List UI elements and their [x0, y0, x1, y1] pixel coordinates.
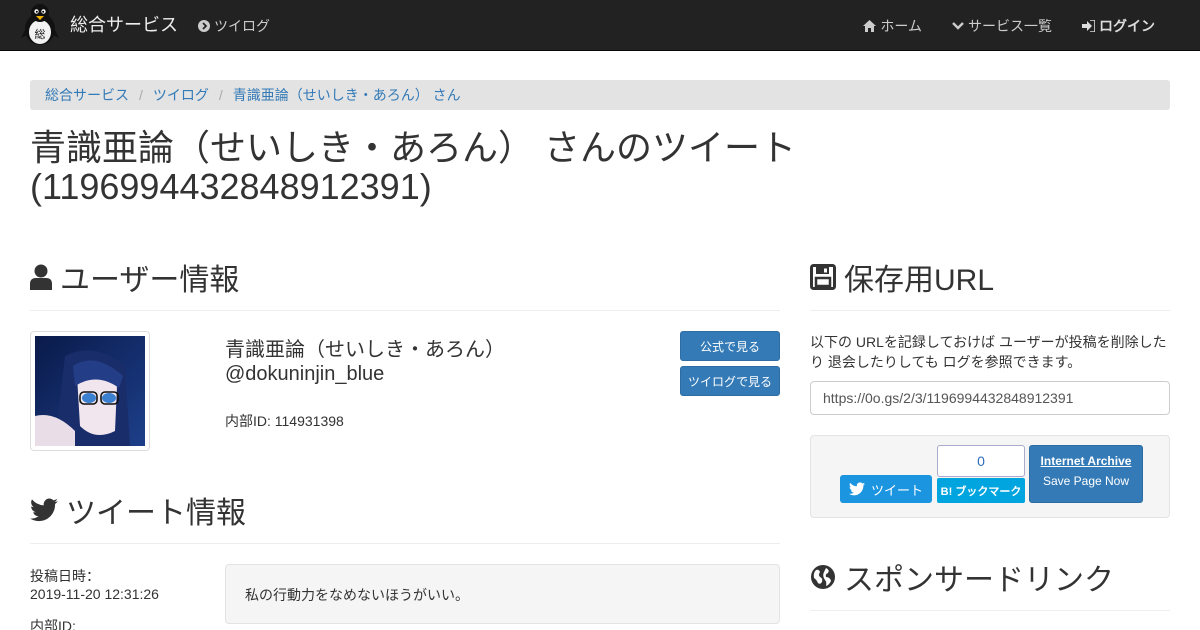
save-url-description: 以下の URLを記録しておけば ユーザーが投稿を削除したり 退会したりしても ロ…	[810, 334, 1167, 370]
svg-text:総: 総	[35, 27, 46, 41]
breadcrumb-separator: /	[218, 87, 223, 103]
user-internal-id: 内部ID: 114931398	[225, 413, 344, 429]
chevron-circle-right-icon	[198, 20, 210, 32]
internal-id-label: 内部ID:	[30, 618, 76, 630]
tweet-info-heading: ツイート情報	[30, 488, 246, 532]
sponsor-heading: スポンサードリンク	[810, 555, 1114, 599]
internet-archive-title: Internet Archive	[1040, 454, 1132, 468]
twitter-icon	[30, 498, 58, 522]
breadcrumb-item-tsuilog[interactable]: ツイログ	[153, 85, 209, 105]
save-url-input[interactable]	[810, 381, 1170, 415]
nav-tsuilog[interactable]: ツイログ	[198, 16, 270, 36]
internet-archive-subtitle: Save Page Now	[1042, 474, 1130, 488]
brand-text: 総合サービス	[70, 15, 178, 35]
hatena-bookmark-count[interactable]: 0	[937, 445, 1025, 477]
save-url-heading: 保存用URL	[810, 255, 994, 299]
posted-at-label: 投稿日時：	[30, 568, 100, 584]
tweet-share-label: ツイート	[870, 482, 923, 498]
share-panel: ツイート 0 B! ブックマーク Internet Archive Save P…	[810, 435, 1170, 518]
tweet-text: 私の行動力をなめないほうがいい。	[225, 564, 780, 624]
divider	[30, 310, 780, 311]
tweet-share-button[interactable]: ツイート	[840, 475, 932, 503]
nav-login-label: ログイン	[1099, 18, 1155, 34]
user-display-name: 青識亜論（せいしき・あろん）	[225, 339, 505, 361]
nav-home-label: ホーム	[880, 18, 922, 34]
twitter-bird-icon	[848, 482, 865, 496]
nav-login[interactable]: ログイン	[1082, 16, 1155, 36]
nav-services[interactable]: サービス一覧	[952, 16, 1052, 36]
penguin-logo-icon: 総	[21, 4, 59, 45]
hatena-bookmark-button[interactable]: B! ブックマーク	[937, 478, 1025, 503]
chevron-down-icon	[952, 22, 964, 30]
sponsor-heading-text: スポンサードリンク	[844, 564, 1114, 597]
home-icon	[863, 20, 877, 32]
nav-home[interactable]: ホーム	[863, 16, 922, 36]
navbar: 総 総合サービス ツイログ ホーム サービス一覧 ログイン	[0, 0, 1200, 51]
brand-link[interactable]: 総 総合サービス	[20, 2, 178, 46]
divider	[30, 543, 780, 544]
sign-in-icon	[1082, 20, 1095, 32]
posted-at-value: 2019-11-20 12:31:26	[30, 586, 159, 602]
user-handle: @dokuninjin_blue	[225, 363, 385, 385]
breadcrumb-item-home[interactable]: 総合サービス	[45, 85, 129, 105]
breadcrumb-separator: /	[139, 87, 143, 103]
view-official-button[interactable]: 公式で見る	[680, 331, 780, 361]
user-info-heading: ユーザー情報	[30, 255, 239, 299]
avatar-frame	[30, 331, 150, 451]
avatar	[35, 336, 145, 446]
user-icon	[30, 264, 52, 290]
nav-tsuilog-label: ツイログ	[214, 18, 270, 34]
save-url-heading-text: 保存用URL	[844, 264, 995, 297]
globe-icon	[810, 564, 836, 590]
nav-services-label: サービス一覧	[968, 18, 1052, 34]
divider	[810, 310, 1170, 311]
tweet-info-heading-text: ツイート情報	[66, 497, 246, 530]
breadcrumb-item-user[interactable]: 青識亜論（せいしき・あろん） さん	[233, 85, 461, 105]
user-info-heading-text: ユーザー情報	[60, 264, 240, 297]
internet-archive-button[interactable]: Internet Archive Save Page Now	[1029, 445, 1143, 503]
page-title: 青識亜論（せいしき・あろん） さんのツイート (1196994432848912…	[30, 127, 797, 207]
breadcrumb: 総合サービス / ツイログ / 青識亜論（せいしき・あろん） さん	[30, 80, 1170, 110]
divider	[810, 610, 1170, 611]
floppy-disk-icon	[810, 264, 836, 290]
view-tsuilog-button[interactable]: ツイログで見る	[680, 366, 780, 396]
